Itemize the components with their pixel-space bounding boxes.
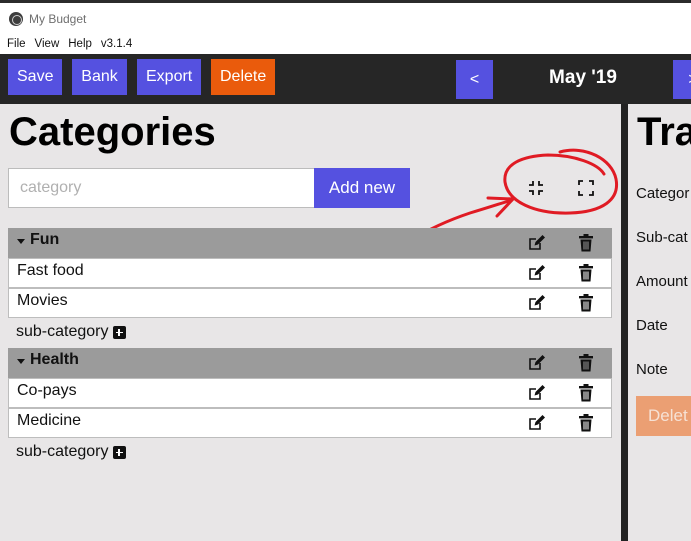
edit-icon[interactable] [526,353,546,378]
menu-file[interactable]: File [7,38,26,50]
edit-icon[interactable] [526,413,546,438]
title-bar: My Budget [0,3,691,34]
next-month-button[interactable]: > [673,60,691,99]
add-sub-category-button[interactable]: sub-category [16,443,126,461]
save-button[interactable]: Save [8,59,62,95]
menu-view[interactable]: View [35,38,60,50]
trash-icon[interactable] [577,353,595,378]
app-icon [9,11,23,26]
category-row[interactable]: Fast food [8,258,612,288]
category-row[interactable]: Medicine [8,408,612,438]
delete-budget-button[interactable]: Delete [211,59,275,95]
add-sub-category-label: sub-category [16,443,109,460]
add-sub-category-button[interactable]: sub-category [16,323,126,341]
version-label: v3.1.4 [100,38,133,50]
transaction-heading: Tra [637,110,691,154]
category-row[interactable]: Co-pays [8,378,612,408]
current-month-label: May '19 [549,67,617,88]
add-sub-category-label: sub-category [16,323,109,340]
category-group-header-fun[interactable]: Fun [8,228,612,258]
edit-icon[interactable] [526,293,546,318]
category-name: Co-pays [17,382,77,399]
previous-month-button[interactable]: < [456,60,493,99]
trash-icon[interactable] [577,233,595,258]
window-title: My Budget [29,11,87,26]
category-row[interactable]: Movies [8,288,612,318]
categories-heading: Categories [9,110,216,154]
collapse-icon[interactable] [525,177,547,199]
note-field-label: Note [636,361,668,378]
toolbar: Save Bank Export Delete < May '19 > [0,54,691,104]
plus-square-icon[interactable] [112,445,126,459]
trash-icon[interactable] [577,413,595,438]
panel-divider[interactable] [621,104,628,541]
edit-icon[interactable] [526,383,546,408]
category-field-label: Categor [636,185,690,202]
trash-icon[interactable] [577,263,595,288]
categories-panel: Categories Add new Fun Fast food [0,104,621,541]
category-input[interactable] [8,168,315,208]
category-group-header-health[interactable]: Health [8,348,612,378]
category-name: Movies [17,292,68,309]
category-name: Fast food [17,262,84,279]
bank-button[interactable]: Bank [72,59,127,95]
menu-bar: File View Help v3.1.4 [0,34,691,54]
transaction-panel: Tra Categor Sub-cat Amount Date Note Del… [628,104,691,541]
category-name: Medicine [17,412,82,429]
category-group-name: Fun [30,231,60,248]
trash-icon[interactable] [577,293,595,318]
edit-icon[interactable] [526,263,546,288]
expand-icon[interactable] [575,177,597,199]
category-group-name: Health [30,351,79,368]
edit-icon[interactable] [526,233,546,258]
plus-square-icon[interactable] [112,325,126,339]
date-field-label: Date [636,317,668,334]
trash-icon[interactable] [577,383,595,408]
caret-down-icon[interactable] [17,239,25,244]
caret-down-icon[interactable] [17,359,25,364]
delete-transaction-button[interactable]: Delet [636,396,691,436]
amount-field-label: Amount [636,273,688,290]
menu-help[interactable]: Help [68,38,92,50]
sub-category-field-label: Sub-cat [636,229,688,246]
add-category-button[interactable]: Add new [314,168,410,208]
export-button[interactable]: Export [137,59,201,95]
